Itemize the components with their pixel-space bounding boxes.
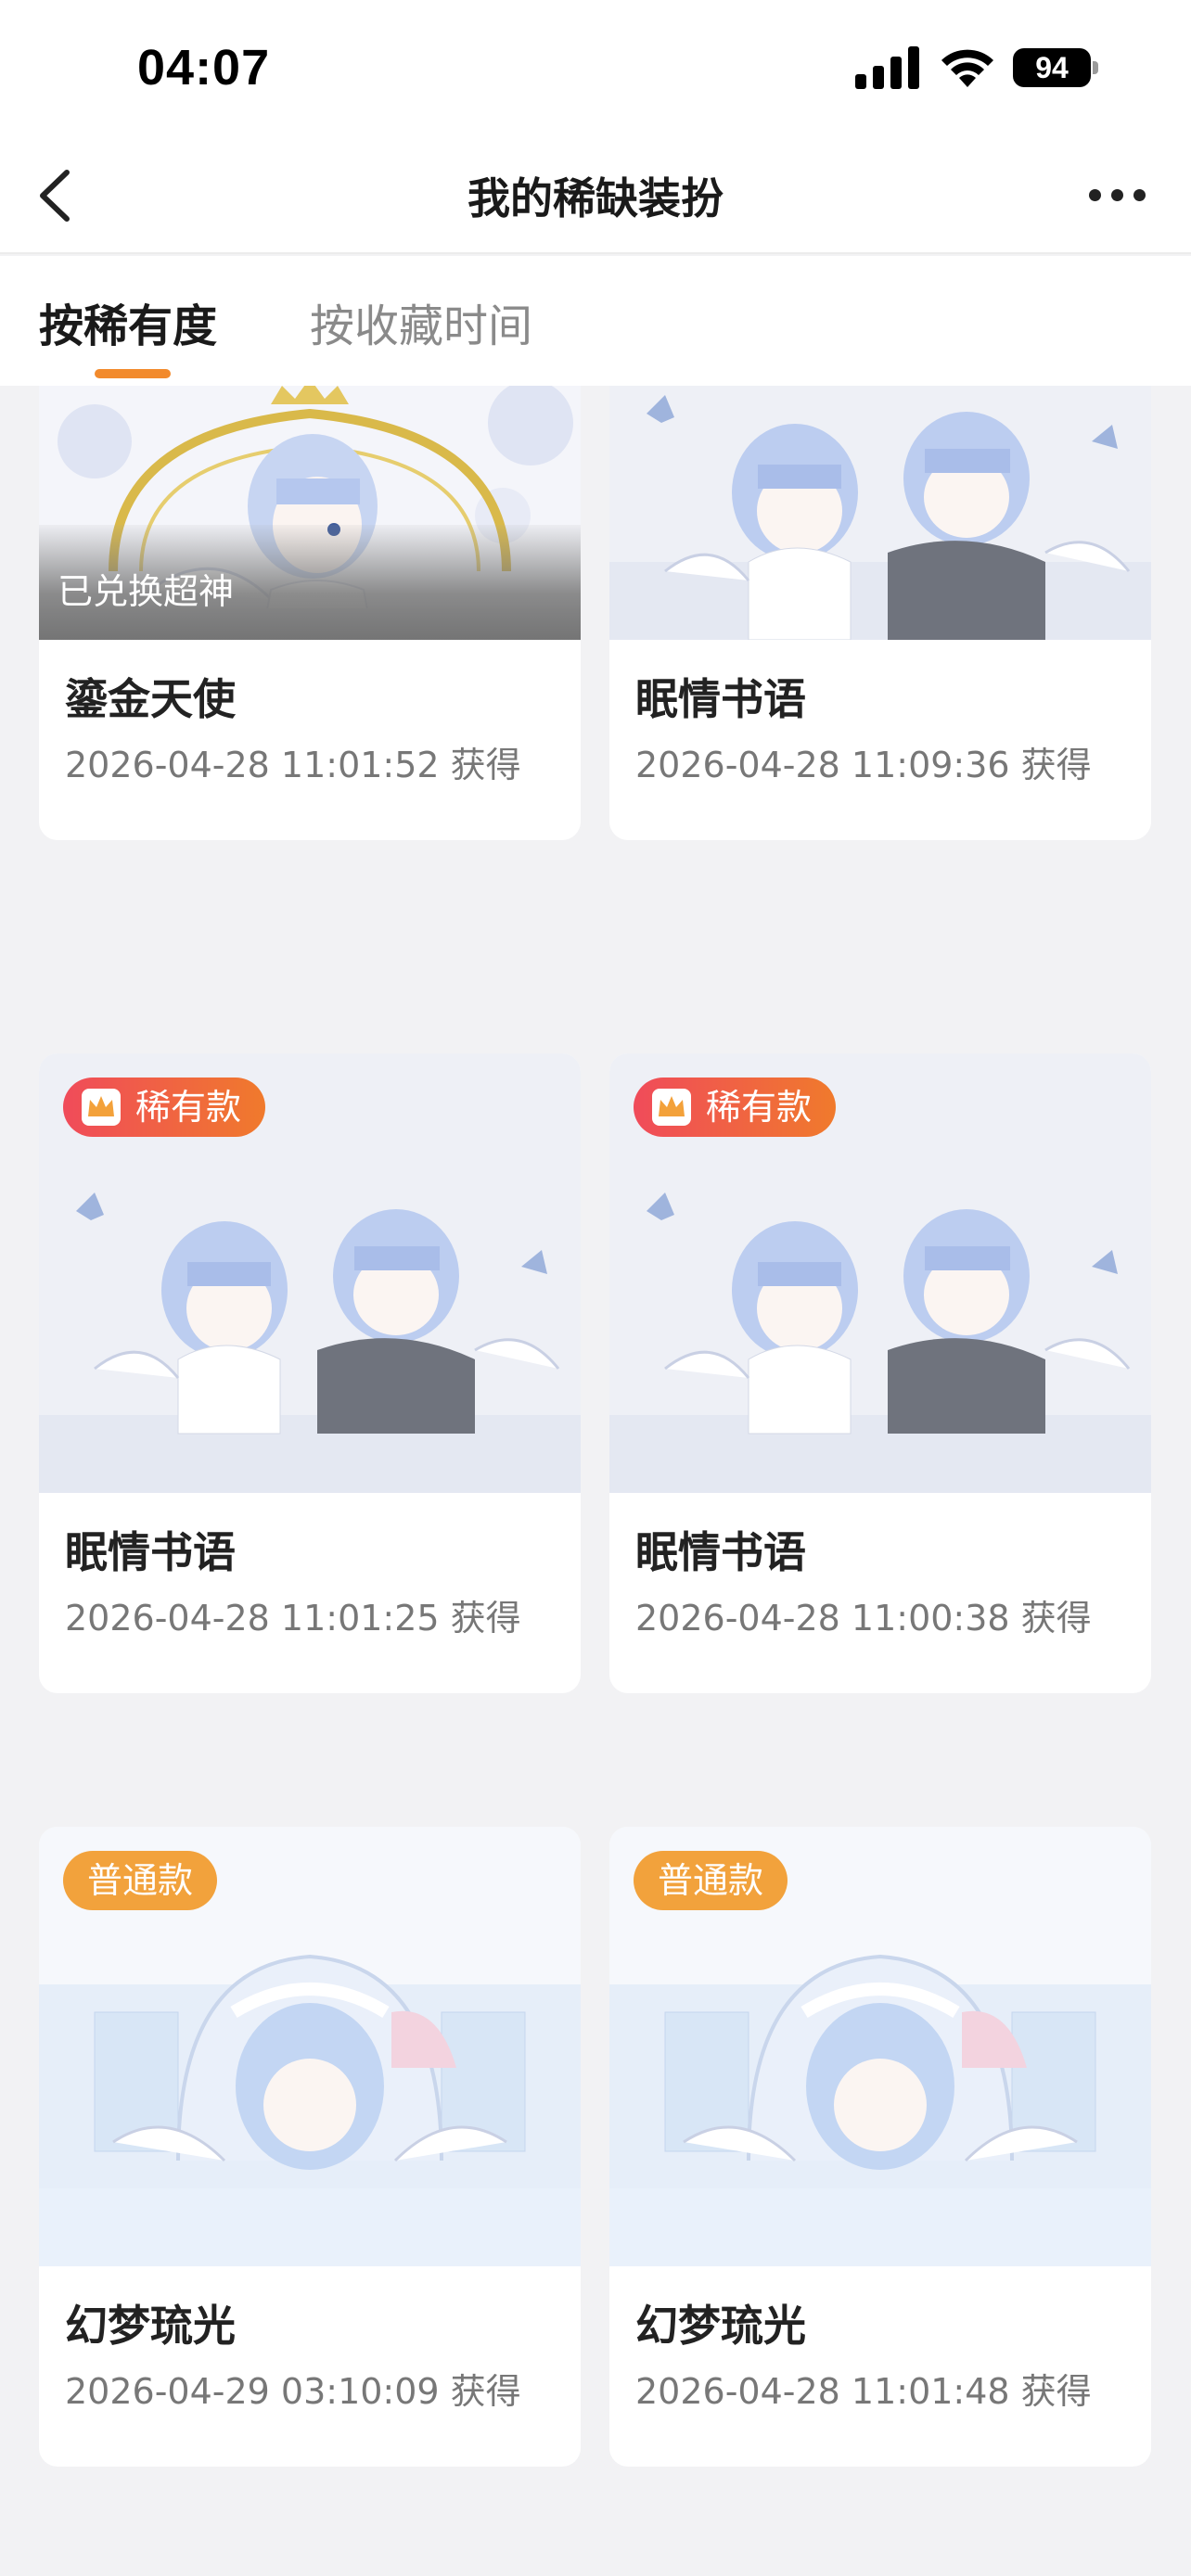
obtained-date: 2026-04-28 11:00:38 获得 — [635, 1598, 1092, 1639]
outfit-name: 幻梦琉光 — [635, 2301, 806, 2351]
tab-by-rarity[interactable]: 按稀有度 — [39, 289, 217, 354]
outfit-card[interactable]: 普通款 幻梦琉光 2026-04-28 11:01:48 获得 — [609, 1827, 1151, 2467]
obtained-date: 2026-04-28 11:01:52 获得 — [65, 745, 521, 785]
outfit-thumbnail: 稀有款 — [609, 1053, 1151, 1493]
cellular-signal-icon — [855, 46, 919, 89]
page-title: 我的稀缺装扮 — [467, 173, 724, 223]
sort-tabs: 按稀有度 按收藏时间 — [0, 256, 1191, 386]
battery-icon: 94 — [1013, 48, 1098, 87]
redeemed-label: 已兑换超神 — [58, 571, 235, 612]
outfit-card[interactable]: 眠情书语 2026-04-28 11:09:36 获得 — [609, 386, 1151, 840]
status-bar: 04:07 94 — [0, 0, 1191, 139]
outfit-card[interactable]: 稀有款 眠情书语 2026-04-28 11:00:38 获得 — [609, 1053, 1151, 1693]
crown-icon — [652, 1089, 691, 1126]
outfit-card[interactable]: 稀有款 眠情书语 2026-04-28 11:01:25 获得 — [39, 1053, 581, 1693]
outfit-name: 幻梦琉光 — [65, 2301, 236, 2351]
tab-by-collect-time[interactable]: 按收藏时间 — [310, 289, 532, 354]
outfit-thumbnail: 已兑换超神 — [39, 386, 581, 640]
normal-badge: 普通款 — [634, 1851, 788, 1910]
badge-label: 稀有款 — [706, 1087, 813, 1128]
status-time: 04:07 — [137, 40, 271, 96]
outfit-card[interactable]: 已兑换超神 鎏金天使 2026-04-28 11:01:52 获得 — [39, 386, 581, 840]
outfit-thumbnail — [609, 386, 1151, 640]
obtained-date: 2026-04-29 03:10:09 获得 — [65, 2371, 521, 2412]
obtained-date: 2026-04-28 11:01:25 获得 — [65, 1598, 521, 1639]
rare-badge: 稀有款 — [634, 1078, 837, 1137]
rare-badge: 稀有款 — [63, 1078, 266, 1137]
outfit-thumbnail: 普通款 — [39, 1827, 581, 2266]
obtained-date: 2026-04-28 11:09:36 获得 — [635, 745, 1092, 785]
outfit-thumbnail: 普通款 — [609, 1827, 1151, 2266]
wifi-icon — [941, 49, 993, 87]
badge-label: 稀有款 — [135, 1087, 242, 1128]
outfit-name: 眠情书语 — [635, 1527, 806, 1577]
outfit-name: 眠情书语 — [635, 674, 806, 724]
outfit-name: 鎏金天使 — [65, 674, 236, 724]
outfit-name: 眠情书语 — [65, 1527, 236, 1577]
outfit-thumbnail: 稀有款 — [39, 1053, 581, 1493]
outfit-grid: 已兑换超神 鎏金天使 2026-04-28 11:01:52 获得 眠情书语 2… — [0, 386, 1191, 2576]
obtained-date: 2026-04-28 11:01:48 获得 — [635, 2371, 1092, 2412]
outfit-card[interactable]: 普通款 幻梦琉光 2026-04-29 03:10:09 获得 — [39, 1827, 581, 2467]
nav-bar: 我的稀缺装扮 — [0, 139, 1191, 254]
more-options-icon[interactable] — [1085, 184, 1150, 206]
crown-icon — [82, 1089, 121, 1126]
normal-badge: 普通款 — [63, 1851, 218, 1910]
active-tab-indicator — [95, 369, 171, 378]
redeemed-overlay: 已兑换超神 — [39, 525, 581, 640]
battery-level: 94 — [1013, 48, 1091, 87]
